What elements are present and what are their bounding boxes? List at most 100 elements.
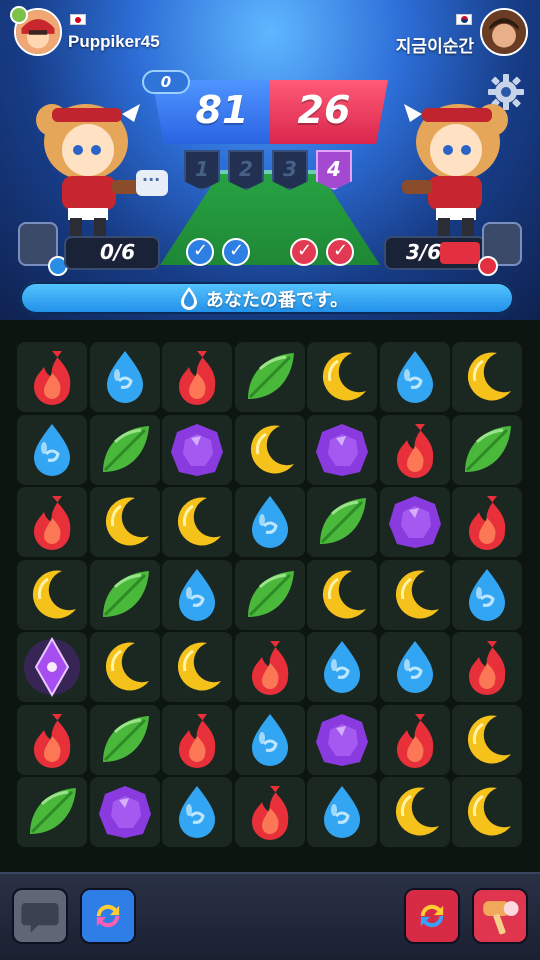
board-cell[interactable]	[90, 342, 160, 412]
turn-slot-active: 4	[316, 150, 352, 190]
fire-gem-icon	[34, 496, 71, 550]
board-cell[interactable]	[162, 632, 232, 702]
gem-gem-icon	[171, 424, 223, 476]
board-cell[interactable]	[17, 632, 87, 702]
water-gem-icon	[469, 569, 505, 621]
board-cell[interactable]	[17, 342, 87, 412]
board-cell[interactable]	[90, 777, 160, 847]
board-cell[interactable]	[452, 777, 522, 847]
board-cell[interactable]	[452, 415, 522, 485]
right-energy-text: 3/6	[406, 240, 442, 264]
moon-gem-icon	[177, 497, 221, 546]
board-cell[interactable]	[307, 342, 377, 412]
leaf-gem-icon	[30, 788, 76, 834]
board-cell[interactable]	[162, 487, 232, 557]
board-cell[interactable]	[452, 705, 522, 775]
water-gem-icon	[34, 424, 70, 476]
board-cell[interactable]	[380, 342, 450, 412]
fire-gem-icon	[179, 351, 216, 405]
fire-gem-icon	[397, 424, 434, 478]
board-cell[interactable]	[162, 777, 232, 847]
emote-button[interactable]	[12, 888, 68, 944]
water-gem-icon	[252, 496, 288, 548]
board-cell[interactable]	[90, 487, 160, 557]
puzzle-board	[0, 320, 540, 872]
board-cell[interactable]	[452, 560, 522, 630]
board-cell[interactable]	[380, 705, 450, 775]
board-cell[interactable]	[380, 560, 450, 630]
japan-flag-icon	[70, 14, 86, 25]
board-cell[interactable]	[307, 777, 377, 847]
board-cell[interactable]	[307, 487, 377, 557]
leaf-gem-icon	[103, 716, 149, 762]
board-cell[interactable]	[162, 705, 232, 775]
refresh-red-icon	[420, 904, 444, 928]
water-gem-icon	[397, 351, 433, 403]
board-cell[interactable]	[162, 415, 232, 485]
fire-element-icon	[478, 256, 498, 276]
board-cell[interactable]	[452, 487, 522, 557]
leaf-gem-icon	[320, 498, 366, 544]
board-cell[interactable]	[90, 415, 160, 485]
right-player-avatar[interactable]	[480, 8, 528, 56]
moon-gem-icon	[322, 352, 366, 401]
round-badge: 0	[142, 70, 190, 94]
left-energy-text: 0/6	[100, 240, 136, 264]
leaf-gem-icon	[103, 571, 149, 617]
right-energy-bar: 3/6	[384, 236, 486, 270]
right-player-name: 지금이순간	[395, 37, 474, 56]
hammer-button[interactable]	[472, 888, 528, 944]
board-cell[interactable]	[307, 705, 377, 775]
board-cell[interactable]	[452, 632, 522, 702]
leaf-gem-icon	[248, 571, 294, 617]
chat-bubble-icon[interactable]	[136, 170, 168, 196]
board-cell[interactable]	[90, 705, 160, 775]
gem-gem-icon	[316, 714, 368, 766]
left-character-sprite	[36, 104, 142, 240]
swap-blue-button[interactable]	[80, 888, 136, 944]
board-cell[interactable]	[235, 632, 305, 702]
board-cell[interactable]	[90, 632, 160, 702]
board-cell[interactable]	[17, 487, 87, 557]
water-gem-icon	[179, 786, 215, 838]
fire-gem-icon	[34, 351, 71, 405]
check-icon	[222, 238, 250, 266]
board-cell[interactable]	[235, 487, 305, 557]
board-cell[interactable]	[380, 487, 450, 557]
moon-gem-icon	[32, 570, 76, 619]
board-cell[interactable]	[307, 632, 377, 702]
board-cell[interactable]	[17, 415, 87, 485]
board-cell[interactable]	[17, 560, 87, 630]
turn-slot: 2	[228, 150, 264, 190]
moon-gem-icon	[250, 425, 294, 474]
leaf-gem-icon	[248, 353, 294, 399]
moon-gem-icon	[395, 787, 439, 836]
board-cell[interactable]	[235, 705, 305, 775]
left-energy-bar: 0/6	[64, 236, 160, 270]
board-cell[interactable]	[235, 415, 305, 485]
board-cell[interactable]	[380, 415, 450, 485]
level-badge-icon	[10, 6, 28, 24]
swap-red-button[interactable]	[404, 888, 460, 944]
board-cell[interactable]	[380, 777, 450, 847]
game-screen: { "players": { "left": { "name": "Puppik…	[0, 0, 540, 960]
board-cell[interactable]	[235, 342, 305, 412]
board-cell[interactable]	[307, 415, 377, 485]
board-cell[interactable]	[90, 560, 160, 630]
turn-indicator: 1 2 3 4	[184, 150, 364, 192]
board-cell[interactable]	[17, 705, 87, 775]
score-panel: 81 26	[152, 80, 388, 144]
fire-gem-icon	[252, 786, 289, 840]
moon-gem-icon	[467, 352, 511, 401]
board-cell[interactable]	[17, 777, 87, 847]
board-cell[interactable]	[380, 632, 450, 702]
board-cell[interactable]	[452, 342, 522, 412]
board-cell[interactable]	[235, 560, 305, 630]
board-cell[interactable]	[162, 342, 232, 412]
water-gem-icon	[324, 641, 360, 693]
leaf-gem-icon	[103, 426, 149, 472]
board-cell[interactable]	[235, 777, 305, 847]
board-cell[interactable]	[307, 560, 377, 630]
board-cell[interactable]	[162, 560, 232, 630]
hammer-icon	[483, 901, 519, 935]
